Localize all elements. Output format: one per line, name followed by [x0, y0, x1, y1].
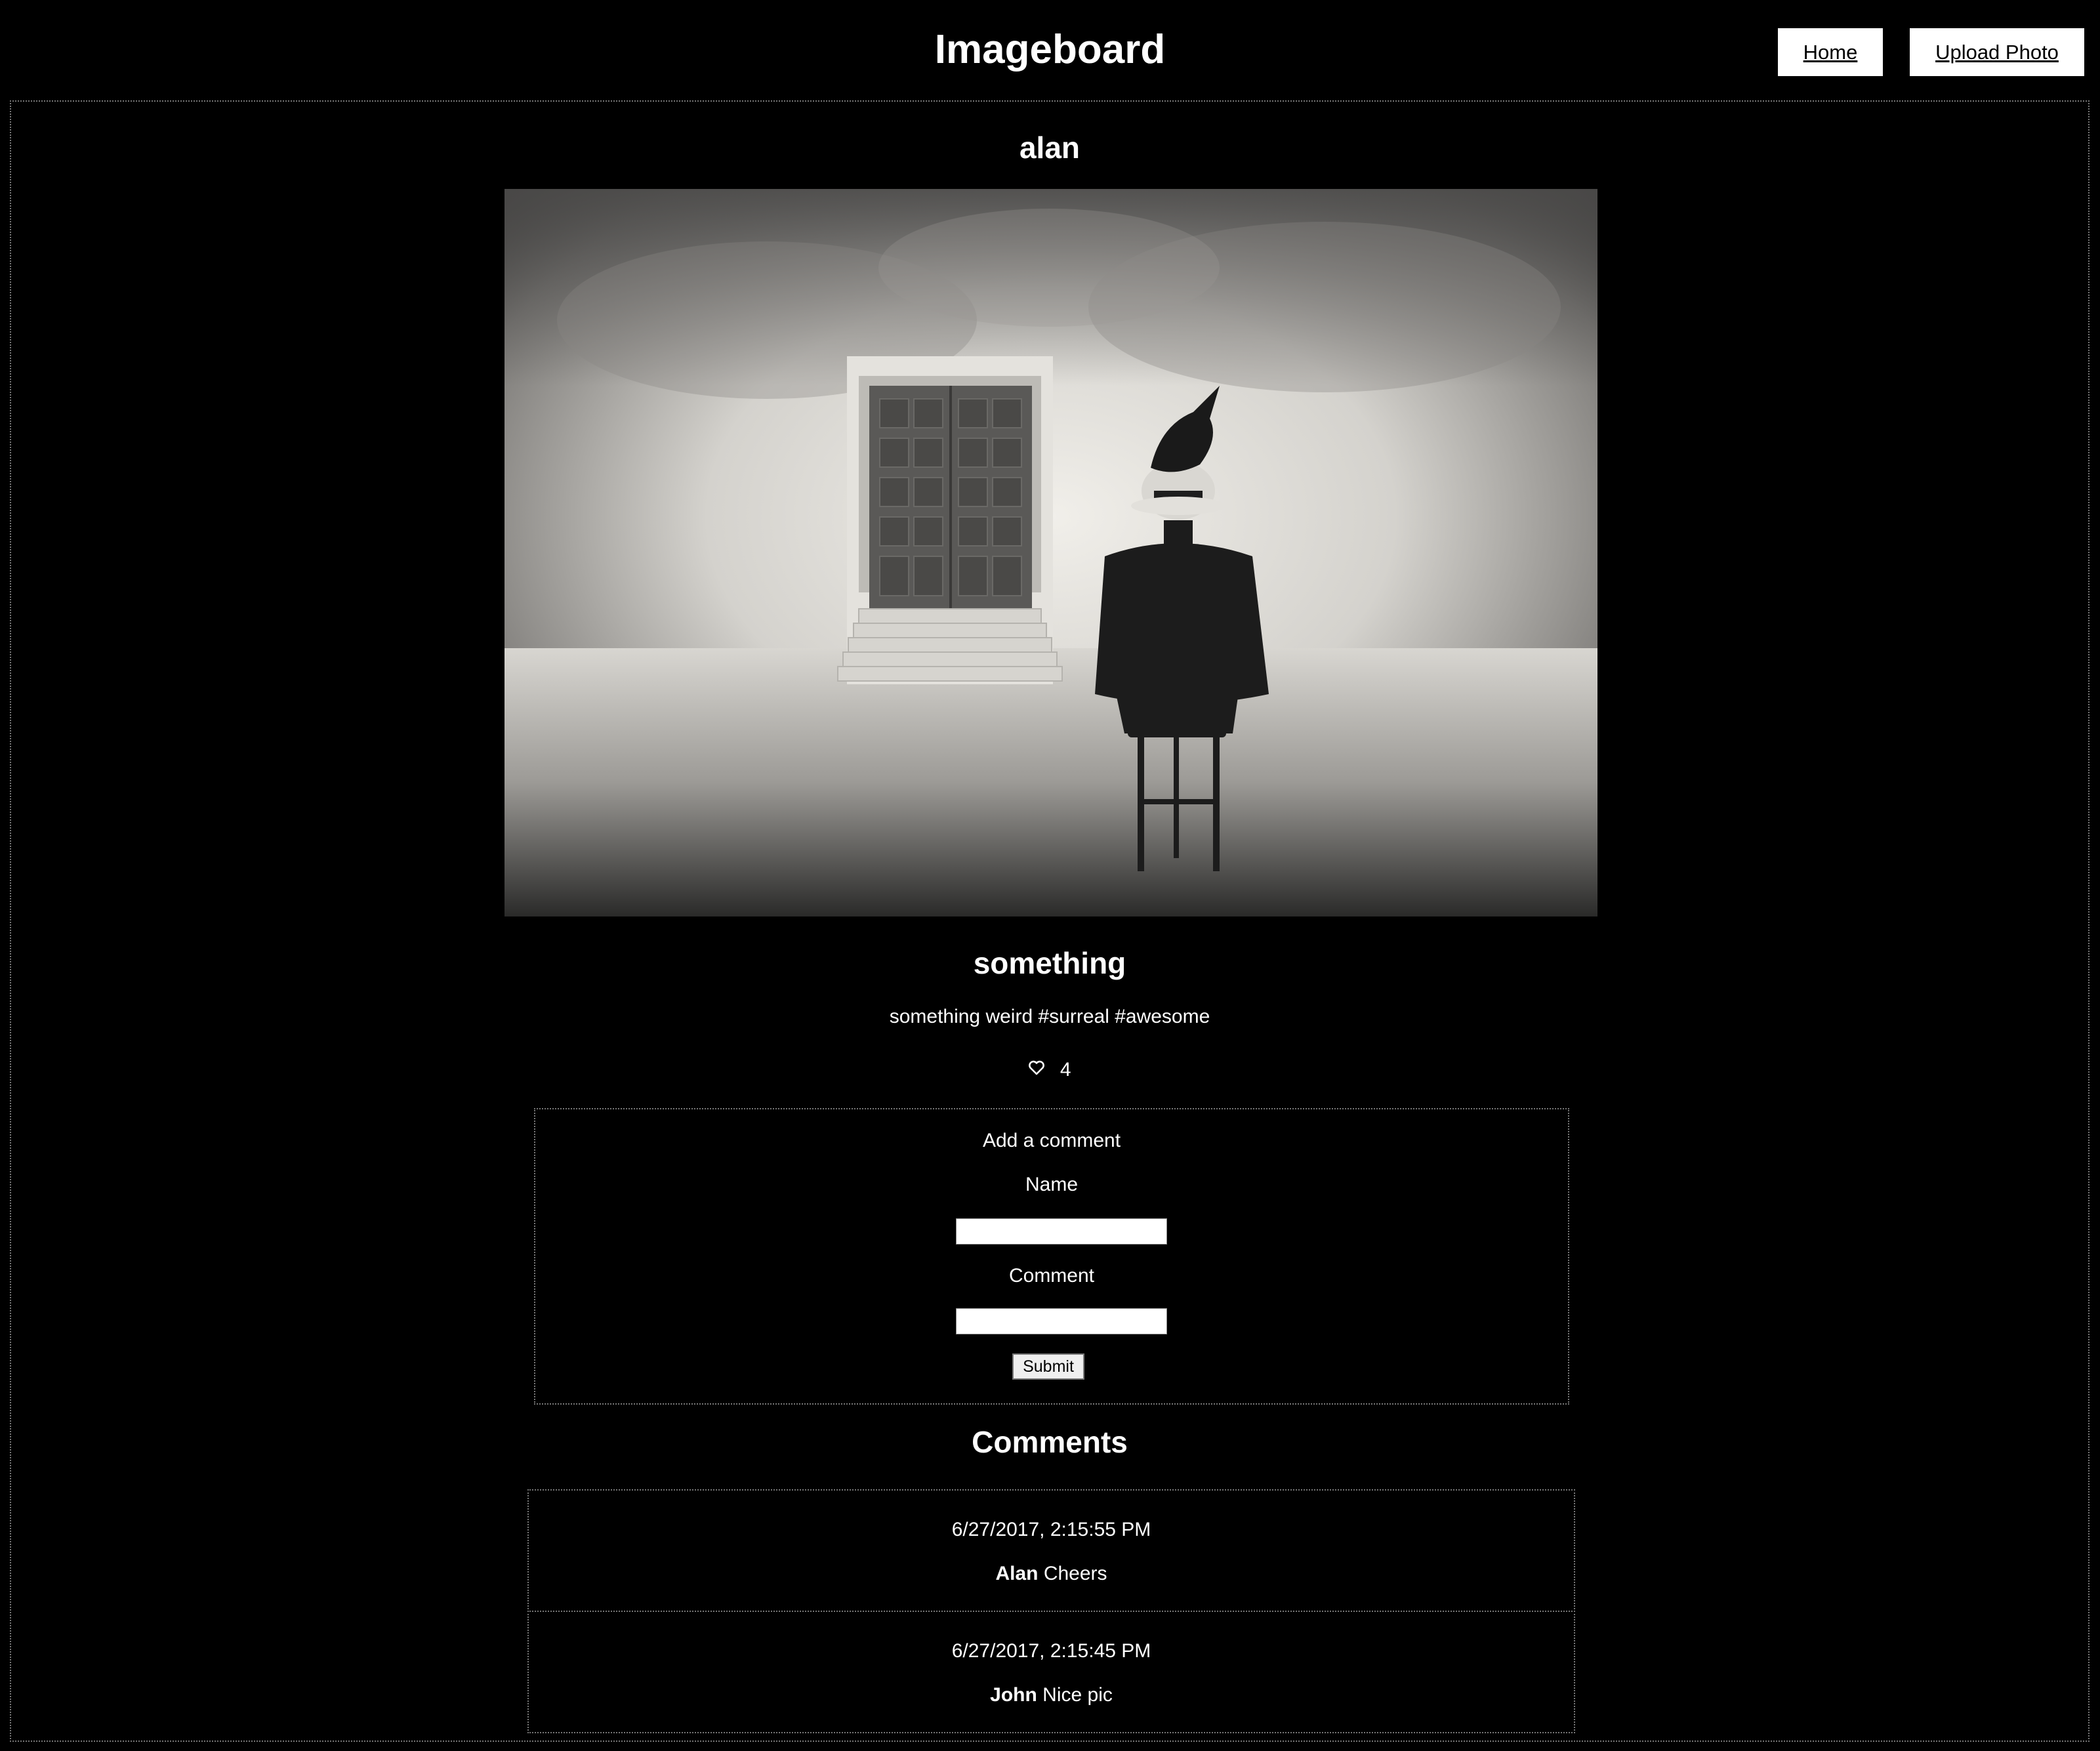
home-button[interactable]: Home — [1777, 27, 1884, 77]
name-label: Name — [1025, 1174, 1079, 1195]
comment-text: Nice pic — [1042, 1684, 1113, 1706]
like-count: 4 — [1060, 1059, 1071, 1081]
upload-photo-button[interactable]: Upload Photo — [1908, 27, 2086, 77]
comment-label: Comment — [1008, 1265, 1095, 1287]
photo-detail-panel: alan something something weird #surreal … — [10, 100, 2090, 1742]
name-input[interactable] — [956, 1218, 1167, 1245]
add-comment-heading: Add a comment — [982, 1130, 1121, 1151]
comment-list: 6/27/2017, 2:15:55 PM Alan Cheers 6/27/2… — [527, 1489, 1575, 1733]
heart-icon[interactable] — [1028, 1057, 1045, 1083]
submit-button[interactable]: Submit — [1012, 1353, 1084, 1380]
like-counter[interactable]: 4 — [11, 1056, 2088, 1083]
comment-author: John — [990, 1684, 1037, 1706]
comment-author: Alan — [995, 1563, 1039, 1584]
comment-body: Alan Cheers — [529, 1561, 1574, 1587]
comment-input[interactable] — [956, 1308, 1167, 1334]
photo-description: something weird #surreal #awesome — [889, 1006, 1210, 1027]
site-header: Imageboard Home Upload Photo — [0, 0, 2100, 98]
comment-body: John Nice pic — [529, 1682, 1574, 1708]
uploader-name: alan — [1019, 131, 1081, 165]
photo-title: something — [973, 946, 1126, 980]
photo-image — [504, 189, 1597, 917]
comment-item: 6/27/2017, 2:15:45 PM John Nice pic — [527, 1611, 1575, 1733]
comment-text: Cheers — [1043, 1563, 1107, 1584]
comment-timestamp: 6/27/2017, 2:15:45 PM — [951, 1640, 1151, 1662]
add-comment-form: Add a comment Name Comment Submit — [534, 1108, 1569, 1405]
comment-timestamp: 6/27/2017, 2:15:55 PM — [951, 1519, 1151, 1540]
comment-item: 6/27/2017, 2:15:55 PM Alan Cheers — [527, 1489, 1575, 1612]
comments-heading: Comments — [972, 1425, 1128, 1459]
